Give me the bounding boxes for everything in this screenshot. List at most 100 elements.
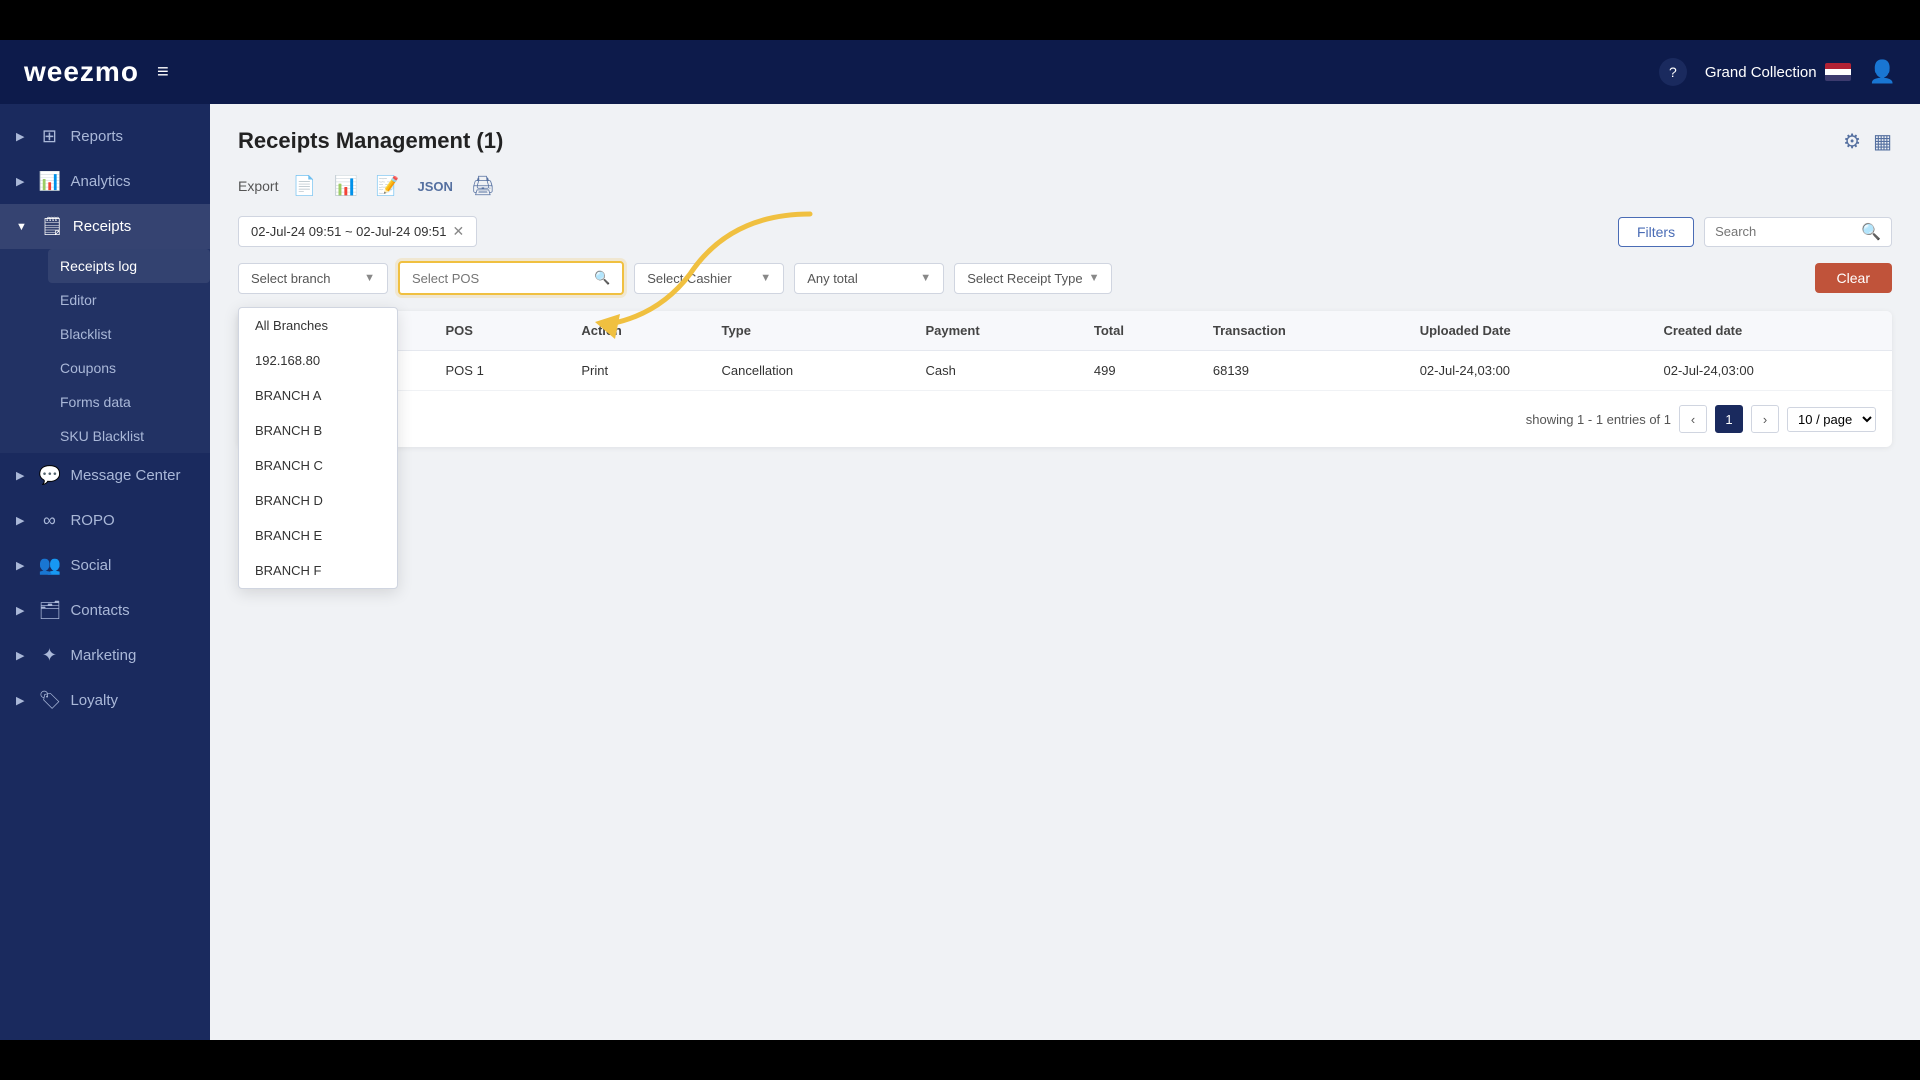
hamburger-icon[interactable]: ≡: [157, 61, 169, 84]
table-row[interactable]: BRANCH A POS 1 Print Cancellation Cash 4…: [238, 351, 1892, 391]
sidebar-item-loyalty[interactable]: ▶ 🏷 Loyalty: [0, 678, 210, 723]
any-total-dropdown[interactable]: Any total ▼: [794, 263, 944, 294]
select-pos-input[interactable]: 🔍: [398, 261, 624, 295]
branch-option-b[interactable]: BRANCH B: [239, 413, 397, 448]
layout: ▶ ⊞ Reports ▶ 📊 Analytics ▼ 🗒 Receipts R…: [0, 104, 1920, 1040]
loyalty-icon: 🏷: [38, 690, 60, 711]
sidebar-sub-item-receipts-log[interactable]: Receipts log: [48, 249, 210, 283]
branch-option-ip[interactable]: 192.168.80: [239, 343, 397, 378]
search-icon: 🔍: [594, 270, 610, 286]
expand-icon: ▶: [16, 130, 24, 143]
topbar-right: ? Grand Collection 👤: [1659, 58, 1896, 86]
branch-option-all[interactable]: All Branches: [239, 308, 397, 343]
export-pdf-button[interactable]: 📄: [288, 172, 320, 200]
any-total-label: Any total: [807, 271, 858, 286]
select-cashier-placeholder: Select Cashier: [647, 271, 732, 286]
receipt-type-placeholder: Select Receipt Type: [967, 271, 1082, 286]
sidebar-item-reports[interactable]: ▶ ⊞ Reports: [0, 114, 210, 159]
export-json-button[interactable]: JSON: [413, 177, 456, 196]
sidebar-item-label: Social: [70, 557, 111, 574]
marketing-icon: ✦: [38, 645, 60, 666]
export-doc-button[interactable]: 📝: [372, 172, 404, 200]
pagination-page-1[interactable]: 1: [1715, 405, 1743, 433]
page-title: Receipts Management (1): [238, 128, 503, 154]
branch-option-e[interactable]: BRANCH E: [239, 518, 397, 553]
search-input[interactable]: [1715, 224, 1855, 239]
receipt-type-dropdown[interactable]: Select Receipt Type ▼: [954, 263, 1112, 294]
col-uploaded-date: Uploaded Date: [1406, 311, 1650, 351]
export-label: Export: [238, 178, 278, 194]
logo: weezmo: [24, 56, 139, 88]
pos-search-input[interactable]: [412, 271, 588, 286]
export-print-button[interactable]: 🖨: [467, 172, 499, 200]
sidebar: ▶ ⊞ Reports ▶ 📊 Analytics ▼ 🗒 Receipts R…: [0, 104, 210, 1040]
sidebar-item-label: Analytics: [70, 173, 130, 190]
expand-icon: ▶: [16, 469, 24, 482]
branch-options-dropdown: All Branches 192.168.80 BRANCH A BRANCH …: [238, 307, 398, 589]
sidebar-item-label: Loyalty: [70, 692, 118, 709]
help-icon[interactable]: ?: [1659, 58, 1687, 86]
cell-pos: POS 1: [432, 351, 568, 391]
clear-button[interactable]: Clear: [1815, 263, 1892, 293]
sidebar-item-marketing[interactable]: ▶ ✦ Marketing: [0, 633, 210, 678]
expand-icon: ▶: [16, 604, 24, 617]
page-header: Receipts Management (1) ⚙ ▦: [238, 128, 1892, 154]
sidebar-sub-item-coupons[interactable]: Coupons: [48, 351, 210, 385]
flag-icon: [1825, 63, 1851, 81]
cell-action: Print: [567, 351, 707, 391]
chevron-down-icon: ▼: [364, 272, 375, 284]
sidebar-item-contacts[interactable]: ▶ 🗂 Contacts: [0, 588, 210, 633]
sidebar-item-label: Marketing: [70, 647, 136, 664]
main-content: Receipts Management (1) ⚙ ▦ Export 📄 📊 📝…: [210, 104, 1920, 1040]
expand-icon: ▶: [16, 649, 24, 662]
receipts-table: Branch POS Action Type Payment Total Tra…: [238, 311, 1892, 447]
grid-view-icon[interactable]: ▦: [1873, 129, 1892, 154]
branch-option-a[interactable]: BRANCH A: [239, 378, 397, 413]
col-transaction: Transaction: [1199, 311, 1406, 351]
search-box[interactable]: 🔍: [1704, 217, 1892, 247]
export-xls-button[interactable]: 📊: [330, 172, 362, 200]
filters-button[interactable]: Filters: [1618, 217, 1694, 247]
expand-icon: ▶: [16, 559, 24, 572]
col-created-date: Created date: [1649, 311, 1892, 351]
header-icons: ⚙ ▦: [1843, 129, 1892, 154]
sidebar-sub-item-forms-data[interactable]: Forms data: [48, 385, 210, 419]
sidebar-sub-item-sku-blacklist[interactable]: SKU Blacklist: [48, 419, 210, 453]
sidebar-sub-item-blacklist[interactable]: Blacklist: [48, 317, 210, 351]
sidebar-item-analytics[interactable]: ▶ 📊 Analytics: [0, 159, 210, 204]
date-range-close-icon[interactable]: ✕: [453, 223, 465, 240]
cell-payment: Cash: [911, 351, 1079, 391]
message-center-icon: 💬: [38, 465, 60, 486]
sidebar-sub-item-editor[interactable]: Editor: [48, 283, 210, 317]
analytics-icon: 📊: [38, 171, 60, 192]
sidebar-item-ropo[interactable]: ▶ ∞ ROPO: [0, 498, 210, 543]
per-page-select[interactable]: 10 / page 25 / page 50 / page: [1787, 407, 1876, 432]
select-branch-placeholder: Select branch: [251, 271, 331, 286]
date-range-filter[interactable]: 02-Jul-24 09:51 ~ 02-Jul-24 09:51 ✕: [238, 216, 477, 247]
col-payment: Payment: [911, 311, 1079, 351]
receipts-submenu: Receipts log Editor Blacklist Coupons Fo…: [0, 249, 210, 453]
sidebar-item-social[interactable]: ▶ 👥 Social: [0, 543, 210, 588]
export-row: Export 📄 📊 📝 JSON 🖨: [238, 172, 1892, 200]
col-total: Total: [1080, 311, 1199, 351]
user-avatar-icon[interactable]: 👤: [1869, 59, 1896, 85]
branch-option-d[interactable]: BRANCH D: [239, 483, 397, 518]
sidebar-item-message-center[interactable]: ▶ 💬 Message Center: [0, 453, 210, 498]
sidebar-item-label: Message Center: [70, 467, 180, 484]
expand-icon: ▼: [16, 221, 27, 233]
branch-option-f[interactable]: BRANCH F: [239, 553, 397, 588]
expand-icon: ▶: [16, 694, 24, 707]
chevron-down-icon: ▼: [1089, 272, 1100, 284]
select-cashier-dropdown[interactable]: Select Cashier ▼: [634, 263, 784, 294]
col-pos: POS: [432, 311, 568, 351]
pagination-next[interactable]: ›: [1751, 405, 1779, 433]
branch-option-c[interactable]: BRANCH C: [239, 448, 397, 483]
social-icon: 👥: [38, 555, 60, 576]
settings-icon[interactable]: ⚙: [1843, 129, 1861, 154]
branch-filter-container: Select branch ▼ All Branches 192.168.80 …: [238, 263, 388, 294]
select-branch-dropdown[interactable]: Select branch ▼: [238, 263, 388, 294]
pagination-prev[interactable]: ‹: [1679, 405, 1707, 433]
sidebar-item-receipts[interactable]: ▼ 🗒 Receipts: [0, 204, 210, 249]
filter-row-1: 02-Jul-24 09:51 ~ 02-Jul-24 09:51 ✕ Filt…: [238, 216, 1892, 247]
expand-icon: ▶: [16, 175, 24, 188]
